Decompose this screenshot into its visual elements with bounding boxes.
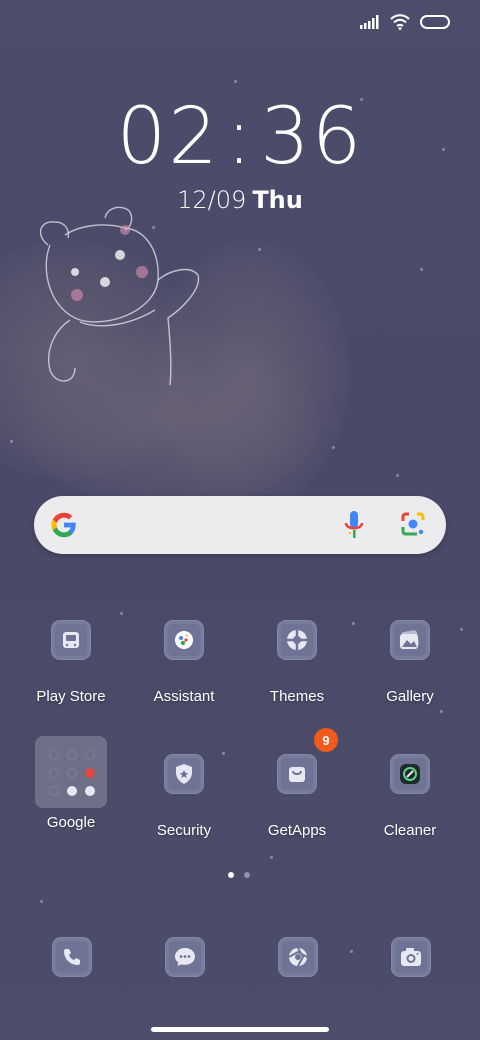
clock-hours: 02 [116,92,220,182]
app-label: Google [46,814,96,831]
app-label: Assistant [153,688,215,705]
folder-app-icon [67,786,77,796]
browser-icon [278,937,318,977]
date-display[interactable]: 12/09 Thu [0,186,480,214]
clock-widget[interactable]: 02:36 [0,92,480,182]
folder-app-icon [49,786,59,796]
assistant-icon [164,620,204,660]
wallpaper-star [420,268,423,271]
wallpaper-star [10,440,13,443]
wallpaper-star [258,248,261,251]
app-label: Cleaner [383,822,437,839]
battery-icon [420,15,450,29]
folder-app-icon [67,768,77,778]
weekday-text: Thu [252,186,303,214]
dock-phone[interactable] [52,937,92,977]
dock-browser[interactable] [278,937,318,977]
security-shield-icon [164,754,204,794]
dock-messages[interactable] [165,937,205,977]
wallpaper-star [40,900,43,903]
folder-app-icon [67,750,77,760]
folder-icon [35,736,107,808]
messages-icon [165,937,205,977]
page-indicator[interactable] [228,872,250,878]
google-g-icon [51,512,76,538]
wallpaper-star [440,710,443,713]
wallpaper-bear-drawing [39,206,200,386]
microphone-icon[interactable] [342,510,366,540]
page-dot-active [228,872,234,878]
gallery-icon [390,620,430,660]
app-label: Security [156,822,212,839]
folder-app-icon [49,750,59,760]
folder-app-icon [49,768,59,778]
app-themes[interactable]: Themes [241,620,353,705]
wallpaper-star [120,612,123,615]
play-store-icon [51,620,91,660]
folder-app-icon [85,768,95,778]
notification-badge: 9 [314,728,338,752]
clock-minutes: 36 [260,92,364,182]
app-assistant[interactable]: Assistant [128,620,240,705]
app-play-store[interactable]: Play Store [15,620,127,705]
wallpaper-star [350,950,353,953]
app-google-folder[interactable]: Google [15,736,127,831]
date-text: 12/09 [177,186,247,214]
signal-bars-icon [360,15,379,29]
home-gesture-bar[interactable] [151,1027,329,1032]
folder-app-icon [85,786,95,796]
app-label: Play Store [36,688,106,705]
app-label: Gallery [386,688,434,705]
wallpaper-star [234,80,237,83]
wallpaper-star [396,474,399,477]
clock-colon: : [225,92,255,182]
google-lens-icon[interactable] [399,510,427,538]
cleaner-icon [390,754,430,794]
app-cleaner[interactable]: Cleaner [354,754,466,839]
app-label: Themes [269,688,325,705]
phone-icon [52,937,92,977]
page-dot [244,872,250,878]
getapps-bag-icon [277,754,317,794]
folder-app-icon [85,750,95,760]
home-screen: 02:36 12/09 Thu Play Store Assistant The… [0,0,480,1040]
themes-icon [277,620,317,660]
app-label: GetApps [267,822,327,839]
wallpaper-star [270,856,273,859]
dock-camera[interactable] [391,937,431,977]
app-security[interactable]: Security [128,754,240,839]
google-search-bar[interactable] [34,496,446,554]
status-bar [360,14,450,30]
app-gallery[interactable]: Gallery [354,620,466,705]
wifi-icon [390,14,410,30]
camera-icon [391,937,431,977]
wallpaper-star [332,446,335,449]
app-getapps[interactable]: 9 GetApps [241,728,353,839]
